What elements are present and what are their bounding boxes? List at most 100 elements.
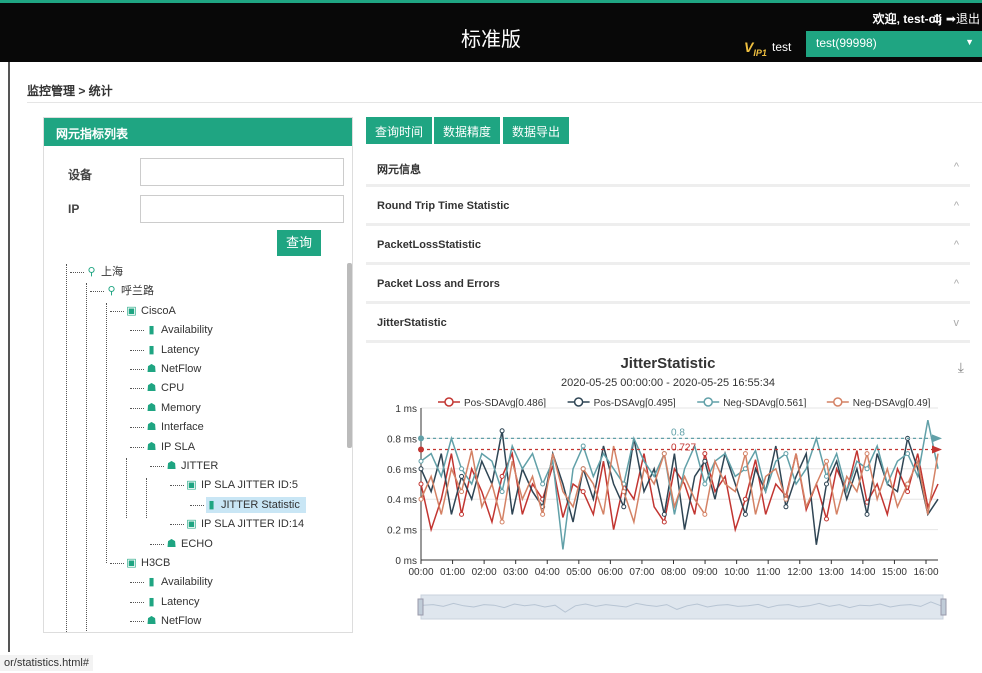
- tree-node[interactable]: ▮ Availability: [146, 574, 212, 590]
- x-tick-label: 08:00: [661, 567, 686, 578]
- data-point: [418, 458, 424, 464]
- left-border: [8, 62, 10, 652]
- x-tick-label: 07:00: [629, 567, 654, 578]
- data-point: [823, 473, 829, 479]
- device-icon: ▣: [186, 518, 197, 531]
- tree-connector: [66, 264, 67, 632]
- data-point: [459, 489, 465, 495]
- tree-connector: [86, 283, 87, 632]
- tree-node[interactable]: ▣ IP SLA JITTER ID:5: [186, 477, 298, 493]
- accordion-rtt[interactable]: Round Trip Time Statistic ^: [366, 189, 970, 226]
- x-tick-label: 16:00: [913, 567, 938, 578]
- query-button[interactable]: 查询: [277, 230, 321, 256]
- divider: [27, 102, 982, 103]
- tree-connector: [90, 291, 104, 293]
- location-icon: ⚲: [87, 266, 96, 278]
- data-point: [580, 466, 586, 472]
- tree-node[interactable]: ▮ JITTER Statistic: [206, 496, 306, 513]
- tree-connector: [110, 563, 124, 564]
- accordion-packet-loss[interactable]: PacketLossStatistic ^: [366, 228, 970, 265]
- panel-title: 网元指标列表: [44, 118, 352, 146]
- data-point: [459, 466, 465, 472]
- tree-node[interactable]: ☗ IP SLA: [146, 439, 195, 455]
- tree-connector: [150, 543, 164, 545]
- data-point: [742, 466, 748, 472]
- zoom-handle-left[interactable]: [417, 598, 424, 616]
- query-time-button[interactable]: 查询时间: [366, 117, 433, 144]
- tree-connector: [190, 504, 204, 506]
- tree-connector: [106, 303, 107, 563]
- tree-connector: [146, 478, 147, 518]
- precision-button[interactable]: 数据精度: [434, 117, 501, 144]
- tree-node[interactable]: ☗ CPU: [146, 380, 185, 396]
- zoom-slider[interactable]: [420, 594, 944, 620]
- ip-input[interactable]: [140, 195, 344, 223]
- x-tick-label: 11:00: [756, 567, 781, 578]
- x-tick-label: 14:00: [850, 567, 875, 578]
- chevron-up-icon: ^: [953, 239, 959, 251]
- accordion-jitter[interactable]: JitterStatistic v: [366, 306, 970, 343]
- caret-down-icon: ▼: [965, 37, 974, 47]
- data-point: [905, 451, 911, 457]
- tree-node[interactable]: ⚲ 上海: [86, 264, 123, 280]
- data-point: [540, 481, 546, 487]
- tree-node[interactable]: ☗ NetFlow: [146, 613, 202, 629]
- data-point: [499, 489, 505, 495]
- scrollbar[interactable]: [347, 263, 352, 448]
- tree-node[interactable]: ▮ Latency: [146, 342, 199, 358]
- data-point: [661, 519, 667, 525]
- data-point: [661, 451, 667, 457]
- tenant-select-value: test(99998): [816, 36, 877, 50]
- tree-node-label: IP SLA JITTER ID:5: [201, 479, 298, 492]
- x-tick-label: 09:00: [693, 567, 718, 578]
- y-tick-label: 0.2 ms: [387, 526, 417, 537]
- logout-link[interactable]: ⚙ ➡退出: [932, 10, 980, 27]
- tree-node[interactable]: ▣ H3CB: [126, 555, 170, 571]
- zoom-handle-right[interactable]: [940, 598, 947, 616]
- data-point: [905, 489, 911, 495]
- x-tick-label: 02:00: [472, 567, 497, 578]
- tree-connector: [130, 388, 144, 390]
- tree-node[interactable]: ⚲ 呼兰路: [106, 283, 154, 299]
- data-point: [742, 511, 748, 517]
- y-tick-label: 1 ms: [395, 404, 417, 415]
- tree-node[interactable]: ☗ Memory: [146, 400, 201, 416]
- mark-line-label: 0.8: [671, 427, 685, 438]
- data-point: [905, 481, 911, 487]
- tree-node[interactable]: ☗ Interface: [146, 419, 204, 435]
- tenant-select[interactable]: test(99998) ▼: [806, 31, 982, 57]
- device-input[interactable]: [140, 158, 344, 186]
- tree-connector: [130, 330, 144, 332]
- y-tick-label: 0.4 ms: [387, 495, 417, 506]
- data-point: [864, 451, 870, 457]
- y-tick-label: 0 ms: [395, 556, 417, 567]
- tree-node[interactable]: ▣ IP SLA JITTER ID:14: [186, 516, 304, 532]
- tree-node[interactable]: ▮ Availability: [146, 322, 212, 338]
- accordion-packet-errors[interactable]: Packet Loss and Errors ^: [366, 267, 970, 304]
- mark-line-start: [418, 446, 424, 453]
- tree-node[interactable]: ☗ NetFlow: [146, 361, 202, 377]
- tree-connector: [110, 310, 124, 312]
- data-point: [499, 519, 505, 525]
- accordion-network-info[interactable]: 网元信息 ^: [366, 150, 970, 187]
- house-icon: ☗: [146, 382, 157, 395]
- tree-connector: [130, 427, 144, 429]
- tree-node-label: 呼兰路: [121, 285, 154, 298]
- metric-list-panel: 网元指标列表 设备 IP 查询 ⚲ 上海 ⚲ 呼兰路 ▣ CiscoA ▮ Availabil…: [43, 117, 353, 633]
- export-button[interactable]: 数据导出: [503, 117, 570, 144]
- tree-connector: [170, 524, 184, 526]
- data-point: [864, 466, 870, 472]
- data-point: [418, 481, 424, 487]
- tree-node[interactable]: ☗ JITTER: [166, 458, 219, 474]
- mark-line-arrow: [932, 434, 942, 443]
- tree-node[interactable]: ▮ Latency: [146, 594, 199, 610]
- data-point: [742, 496, 748, 502]
- data-point: [783, 496, 789, 502]
- tree-node[interactable]: ▣ CiscoA: [126, 303, 176, 319]
- legend-entry: Neg-DSAvg[0.49]: [853, 398, 931, 409]
- chevron-up-icon: ^: [953, 161, 959, 173]
- tree-node[interactable]: ☗ ECHO: [166, 536, 213, 552]
- mark-line-label: 0.727: [671, 442, 696, 453]
- tree-node-label: JITTER Statistic: [221, 498, 300, 511]
- legend-marker: [444, 397, 454, 407]
